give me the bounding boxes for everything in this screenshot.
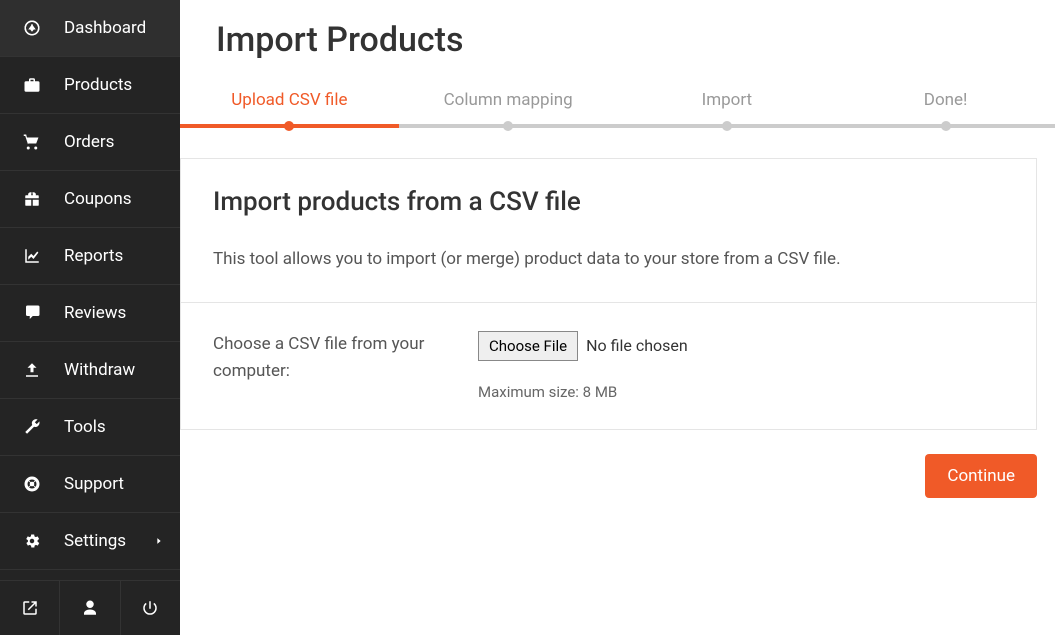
max-size-hint: Maximum size: 8 MB: [478, 383, 1004, 401]
step-label: Done!: [924, 90, 968, 110]
sidebar-item-label: Settings: [64, 531, 126, 551]
card-body: Choose a CSV file from your computer: Ch…: [181, 302, 1036, 429]
step-upload-csv: Upload CSV file: [180, 90, 399, 128]
chevron-right-icon: [154, 531, 164, 551]
sidebar-item-coupons[interactable]: Coupons: [0, 171, 180, 228]
import-card: Import products from a CSV file This too…: [180, 158, 1037, 430]
sidebar-item-dashboard[interactable]: Dashboard: [0, 0, 180, 57]
step-label: Upload CSV file: [231, 90, 347, 110]
card-title: Import products from a CSV file: [213, 187, 1004, 217]
gear-icon: [20, 532, 44, 550]
sidebar-item-label: Withdraw: [64, 360, 135, 380]
field-control: Choose File No file chosen Maximum size:…: [478, 331, 1004, 401]
sidebar-item-reports[interactable]: Reports: [0, 228, 180, 285]
sidebar-item-label: Support: [64, 474, 124, 494]
sidebar-item-products[interactable]: Products: [0, 57, 180, 114]
upload-icon: [20, 361, 44, 379]
sidebar-item-label: Tools: [64, 417, 106, 437]
progress-steps: Upload CSV file Column mapping Import Do…: [180, 90, 1055, 128]
actions-row: Continue: [180, 430, 1055, 498]
sidebar: Dashboard Products Orders Coupons Report…: [0, 0, 180, 635]
lifering-icon: [20, 475, 44, 493]
sidebar-item-label: Products: [64, 75, 132, 95]
gift-icon: [20, 190, 44, 208]
step-column-mapping: Column mapping: [399, 90, 618, 128]
step-import: Import: [618, 90, 837, 128]
sidebar-item-settings[interactable]: Settings: [0, 513, 180, 570]
sidebar-footer: [0, 580, 180, 635]
continue-button[interactable]: Continue: [925, 454, 1037, 498]
sidebar-item-label: Coupons: [64, 189, 132, 209]
comments-icon: [20, 304, 44, 322]
wrench-icon: [20, 418, 44, 436]
file-input-row: Choose File No file chosen: [478, 331, 1004, 361]
dashboard-icon: [20, 19, 44, 37]
step-done: Done!: [836, 90, 1055, 128]
sidebar-item-orders[interactable]: Orders: [0, 114, 180, 171]
profile-button[interactable]: [60, 581, 120, 635]
main-content: Import Products Upload CSV file Column m…: [180, 0, 1055, 635]
sidebar-item-reviews[interactable]: Reviews: [0, 285, 180, 342]
sidebar-item-label: Reports: [64, 246, 123, 266]
card-description: This tool allows you to import (or merge…: [213, 245, 1004, 274]
power-button[interactable]: [121, 581, 180, 635]
field-label: Choose a CSV file from your computer:: [213, 331, 478, 401]
card-header: Import products from a CSV file This too…: [181, 159, 1036, 302]
cart-icon: [20, 133, 44, 151]
sidebar-item-label: Reviews: [64, 303, 126, 323]
sidebar-item-support[interactable]: Support: [0, 456, 180, 513]
step-label: Column mapping: [444, 90, 573, 110]
choose-file-button[interactable]: Choose File: [478, 331, 578, 361]
sidebar-item-withdraw[interactable]: Withdraw: [0, 342, 180, 399]
file-status: No file chosen: [586, 336, 688, 355]
external-link-button[interactable]: [0, 581, 60, 635]
sidebar-item-tools[interactable]: Tools: [0, 399, 180, 456]
sidebar-item-label: Dashboard: [64, 18, 146, 38]
chart-icon: [20, 247, 44, 265]
briefcase-icon: [20, 76, 44, 94]
page-title: Import Products: [180, 20, 1055, 90]
step-label: Import: [702, 90, 753, 110]
sidebar-item-label: Orders: [64, 132, 114, 152]
